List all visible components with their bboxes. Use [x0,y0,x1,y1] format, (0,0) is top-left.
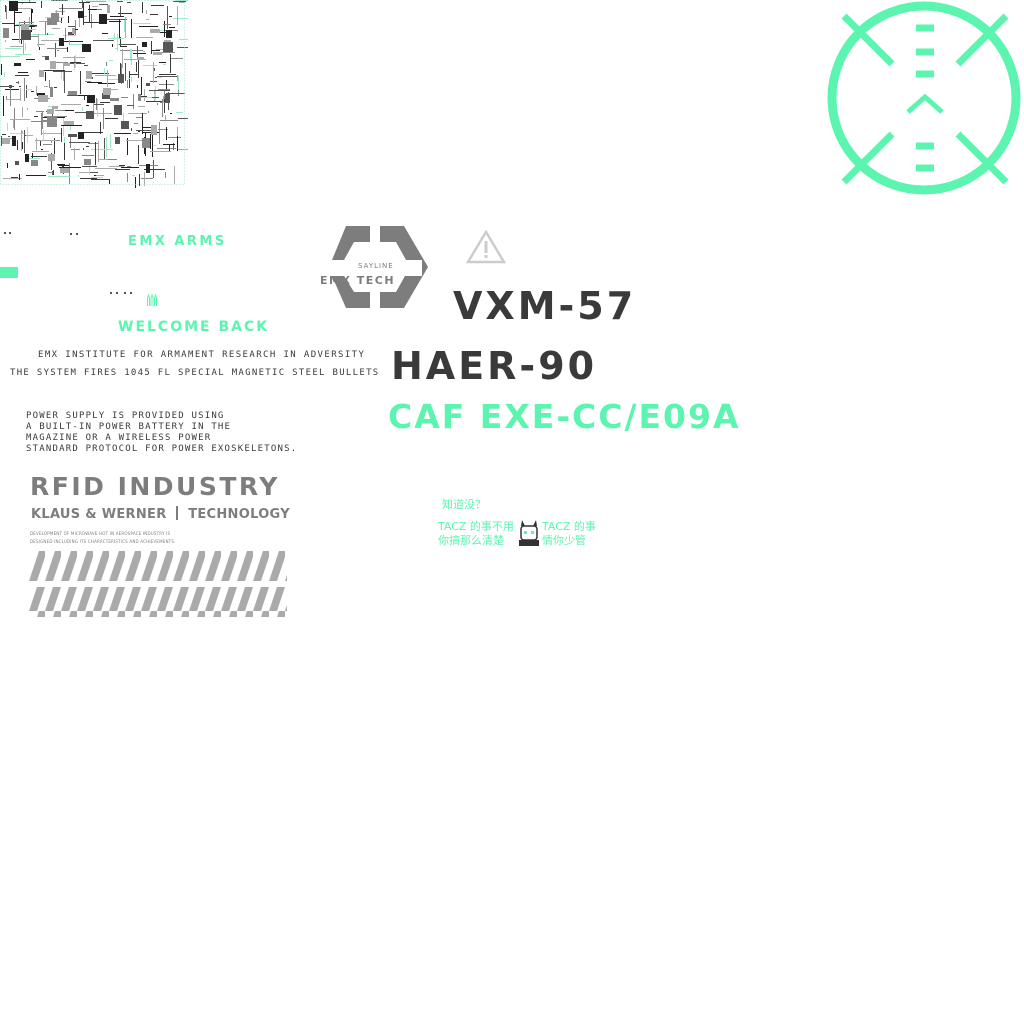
emx-tech-main: EMX TECH [320,274,396,287]
meme-left: TACZ 的事不用 你搞那么清楚 [438,520,514,548]
welcome-back-label: WELCOME BACK [118,319,270,335]
meme-left-line: 你搞那么清楚 [438,534,504,547]
speck-dots [2,232,82,236]
speck-dots-2 [110,292,134,295]
emx-arms-label: EMX ARMS [128,234,227,249]
power-line: POWER SUPPLY IS PROVIDED USING [26,411,225,421]
institute-text: EMX INSTITUTE FOR ARMAMENT RESEARCH IN A… [38,350,366,360]
meme-right-line: TACZ 的事 [542,520,596,533]
avatar-icon [519,520,539,546]
power-paragraph: POWER SUPPLY IS PROVIDED USING A BUILT-I… [26,411,297,455]
reticle-icon [827,1,1021,195]
rfid-subtitle: KLAUS & WERNER TECHNOLOGY [31,506,290,522]
model-haer: HAER-90 [391,344,598,388]
hazard-stripes [29,551,287,617]
circuit-pattern [0,0,188,188]
meme-right: TACZ 的事 情你少管 [542,520,596,548]
meme-right-line: 情你少管 [542,534,586,547]
fine-print-line: DEVELOPMENT OF MICROWAVE HOT IN AEROSPAC… [30,531,171,536]
meme-question: 知道没？ [442,498,486,511]
power-line: A BUILT-IN POWER BATTERY IN THE [26,422,232,432]
fires-text: THE SYSTEM FIRES 1045 FL SPECIAL MAGNETI… [10,368,380,378]
power-line: MAGAZINE OR A WIRELESS POWER [26,433,212,443]
power-line: STANDARD PROTOCOL FOR POWER EXOSKELETONS… [26,444,298,454]
rfid-title: RFID INDUSTRY [30,472,280,501]
divider [176,506,179,520]
model-caf: CAF EXE-CC/E09A [388,397,741,436]
bullet-icon [147,293,157,306]
warning-icon [466,230,506,264]
accent-bar [0,267,18,278]
rfid-fine-print: DEVELOPMENT OF MICROWAVE HOT IN AEROSPAC… [30,530,176,546]
meme-left-line: TACZ 的事不用 [438,520,514,533]
emx-tech-small: SAYLINE [358,262,394,270]
model-vxm: VXM-57 [453,284,637,328]
fine-print-line: DESIGNED INCLUDING ITS CHARACTERISTICS A… [30,539,176,544]
rfid-subtitle-right: TECHNOLOGY [188,507,290,522]
rfid-subtitle-left: KLAUS & WERNER [31,507,167,522]
